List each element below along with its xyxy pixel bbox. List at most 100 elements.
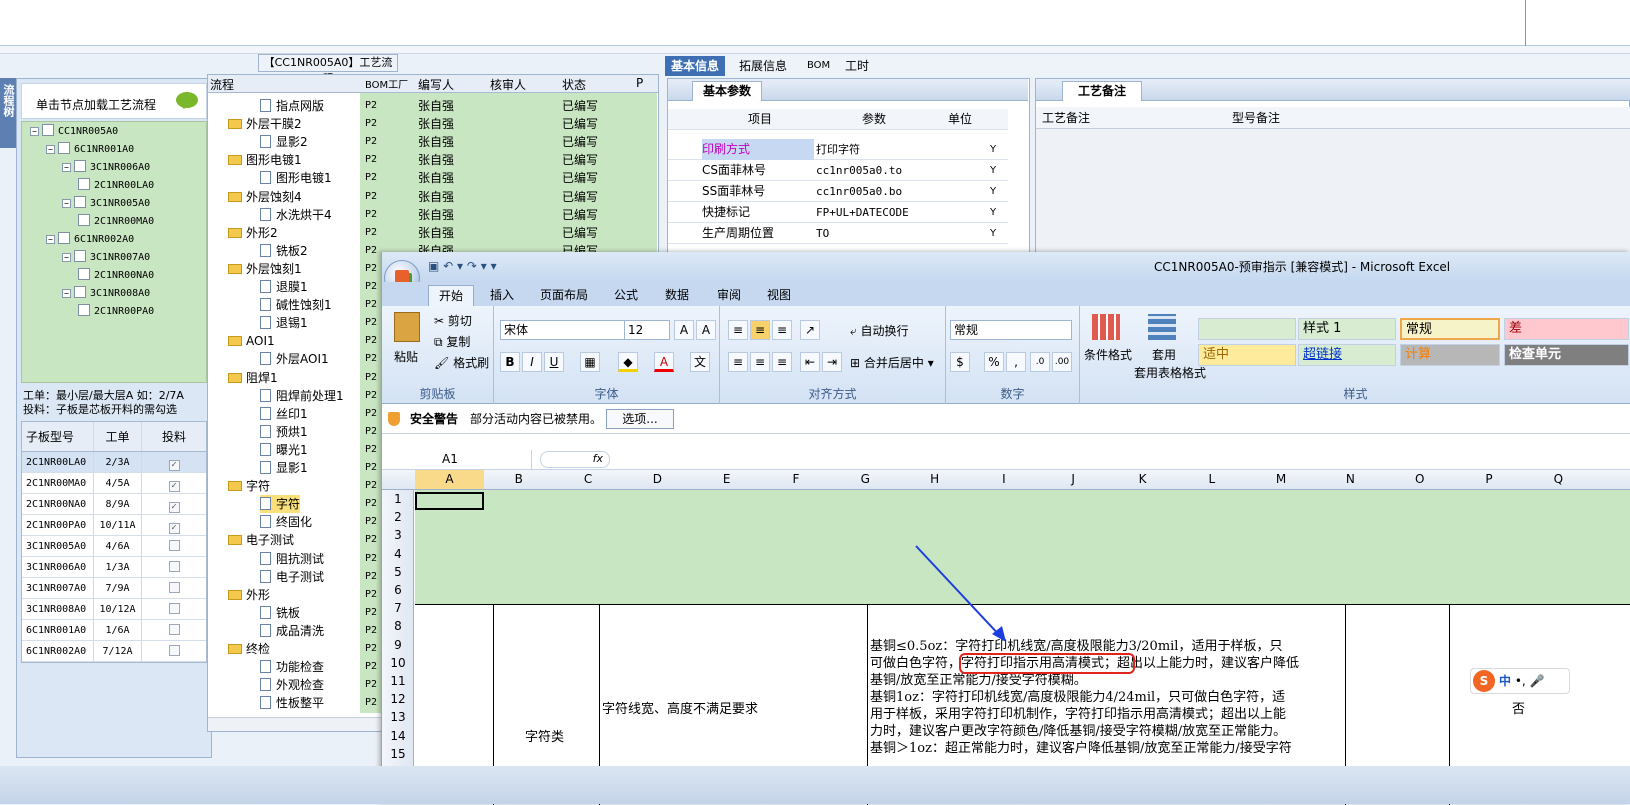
- tab-bom[interactable]: BOM: [801, 56, 836, 76]
- style-normal[interactable]: 常规: [1400, 318, 1500, 340]
- col-header-process[interactable]: 流程: [210, 76, 234, 93]
- feed-checkbox[interactable]: [168, 603, 180, 614]
- tree-node[interactable]: − 6C1NR001A0: [46, 142, 134, 158]
- style-check[interactable]: 检查单元: [1504, 344, 1629, 366]
- style-neutral[interactable]: 适中: [1198, 344, 1296, 366]
- structure-tree[interactable]: − CC1NR005A0−6C1NR001A0−3C1NR006A0 2C1NR00…: [21, 121, 207, 383]
- feed-checkbox[interactable]: ✓: [168, 460, 180, 471]
- list-item[interactable]: 水洗烘干4 P2 张自强 已编写: [208, 206, 658, 224]
- row-header[interactable]: 9: [382, 638, 414, 652]
- ime-toolbar[interactable]: S中 •, 🎤: [1470, 668, 1570, 694]
- wrap-text-button[interactable]: ⤶ 自动换行: [850, 322, 909, 339]
- col-header-model-notes[interactable]: 型号备注: [1232, 107, 1280, 129]
- tree-node[interactable]: − CC1NR005A0: [30, 124, 118, 140]
- format-painter-button[interactable]: 🖌 格式刷: [434, 354, 489, 371]
- style-bad[interactable]: 差: [1504, 318, 1629, 340]
- row-header[interactable]: 15: [382, 747, 414, 761]
- table-row[interactable]: 印刷方式 打印字符 Y: [668, 139, 1008, 160]
- collapse-icon[interactable]: −: [30, 127, 39, 136]
- col-header-process-notes[interactable]: 工艺备注: [1042, 107, 1090, 129]
- row-header[interactable]: 11: [382, 674, 414, 688]
- row-header[interactable]: 12: [382, 692, 414, 706]
- column-header[interactable]: D: [623, 472, 692, 486]
- percent-button[interactable]: %: [984, 352, 1004, 372]
- fill-color-button[interactable]: ◆: [618, 352, 638, 372]
- align-middle-button[interactable]: ≡: [750, 320, 770, 340]
- table-row[interactable]: 3C1NR007A0 7/9A: [22, 578, 206, 599]
- col-header-feed[interactable]: 投料: [142, 422, 206, 451]
- feed-checkbox[interactable]: [168, 582, 180, 593]
- row-header[interactable]: 13: [382, 710, 414, 724]
- tab-basic-info[interactable]: 基本信息: [665, 56, 726, 76]
- row-header[interactable]: 10: [382, 656, 414, 670]
- column-header[interactable]: H: [900, 472, 969, 486]
- table-format-button[interactable]: 套用: [1152, 346, 1176, 363]
- column-header[interactable]: O: [1385, 472, 1454, 486]
- col-header-param[interactable]: 参数: [862, 109, 886, 130]
- row-header[interactable]: 8: [382, 619, 414, 633]
- tab-process-notes[interactable]: 工艺备注: [1062, 81, 1142, 101]
- decrease-decimal-button[interactable]: .00: [1052, 352, 1072, 372]
- fx-icon[interactable]: fx: [540, 451, 610, 468]
- orientation-button[interactable]: ↗: [800, 320, 820, 340]
- decrease-indent-button[interactable]: ⇤: [800, 352, 820, 372]
- row-header[interactable]: 1: [382, 492, 414, 506]
- merge-center-button[interactable]: ⊞ 合并后居中 ▾: [850, 354, 934, 371]
- notes-body[interactable]: [1036, 129, 1630, 255]
- table-row[interactable]: 6C1NR001A0 1/6A: [22, 620, 206, 641]
- list-item[interactable]: 图形电镀1 P2 张自强 已编写: [208, 169, 658, 187]
- align-left-button[interactable]: ≡: [728, 352, 748, 372]
- row-header[interactable]: 5: [382, 565, 414, 579]
- ribbon-tab-formula[interactable]: 公式: [614, 285, 638, 306]
- col-header-item[interactable]: 项目: [748, 109, 772, 130]
- align-bottom-button[interactable]: ≡: [772, 320, 792, 340]
- col-header-unit[interactable]: 单位: [948, 109, 972, 130]
- column-header[interactable]: E: [692, 472, 761, 486]
- tab-work-hours[interactable]: 工时: [839, 56, 875, 76]
- name-box[interactable]: A1: [382, 450, 532, 469]
- col-header-model[interactable]: 子板型号: [22, 422, 94, 451]
- font-size-box[interactable]: 12: [624, 320, 670, 340]
- table-row[interactable]: 3C1NR005A0 4/6A: [22, 536, 206, 557]
- feed-checkbox[interactable]: [168, 624, 180, 635]
- tab-basic-params[interactable]: 基本参数: [692, 81, 762, 101]
- collapse-icon[interactable]: −: [46, 145, 55, 154]
- security-options-button[interactable]: 选项...: [606, 409, 674, 429]
- shrink-font-button[interactable]: A: [696, 320, 716, 340]
- bold-button[interactable]: B: [500, 352, 520, 372]
- tab-extend-info[interactable]: 拓展信息: [733, 56, 793, 76]
- ribbon-tab-review[interactable]: 审阅: [717, 285, 741, 306]
- column-header[interactable]: Q: [1524, 472, 1593, 486]
- font-color-button[interactable]: A: [654, 352, 674, 372]
- column-header[interactable]: G: [831, 472, 900, 486]
- collapse-icon[interactable]: −: [46, 235, 55, 244]
- feed-checkbox[interactable]: [168, 540, 180, 551]
- selected-cell-a1[interactable]: [415, 492, 484, 510]
- style-blank[interactable]: [1198, 318, 1296, 340]
- table-row[interactable]: 2C1NR00NA0 8/9A ✓: [22, 494, 206, 515]
- style-hyperlink[interactable]: 超链接: [1298, 344, 1396, 366]
- increase-decimal-button[interactable]: .0: [1030, 352, 1050, 372]
- column-header[interactable]: P: [1455, 472, 1524, 486]
- tree-node[interactable]: − 3C1NR005A0: [62, 196, 150, 212]
- table-row[interactable]: 2C1NR00LA0 2/3A ✓: [22, 452, 206, 473]
- col-header-writer[interactable]: 编写人: [418, 76, 454, 93]
- table-row[interactable]: 2C1NR00PA0 10/11A ✓: [22, 515, 206, 536]
- column-header[interactable]: I: [969, 472, 1038, 486]
- column-header[interactable]: M: [1247, 472, 1316, 486]
- list-item[interactable]: 图形电镀1 P2 张自强 已编写: [208, 151, 658, 169]
- column-header[interactable]: J: [1039, 472, 1108, 486]
- quick-access-toolbar[interactable]: ▣ ↶ ▾ ↷ ▾ ▾: [428, 259, 497, 273]
- column-header[interactable]: A: [415, 470, 484, 489]
- ribbon-tab-layout[interactable]: 页面布局: [540, 285, 588, 306]
- cell-issue[interactable]: 字符线宽、高度不满足要求: [602, 698, 758, 717]
- tree-node[interactable]: 2C1NR00NA0: [78, 268, 154, 284]
- table-row[interactable]: 3C1NR006A0 1/3A: [22, 557, 206, 578]
- col-header-status[interactable]: 状态: [562, 76, 586, 93]
- list-item[interactable]: 显影2 P2 张自强 已编写: [208, 133, 658, 151]
- row-header[interactable]: 14: [382, 729, 414, 743]
- row-header[interactable]: 3: [382, 528, 414, 542]
- list-item[interactable]: 外层蚀刻4 P2 张自强 已编写: [208, 188, 658, 206]
- row-header[interactable]: 6: [382, 583, 414, 597]
- paste-button[interactable]: 粘贴: [394, 348, 418, 365]
